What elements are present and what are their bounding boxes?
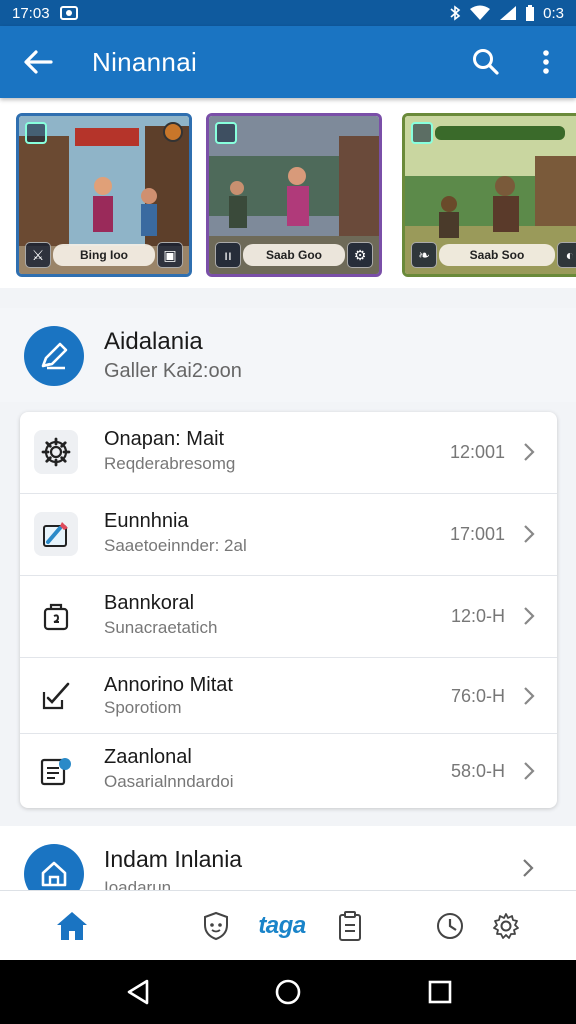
sword-icon: ⚔ (25, 242, 51, 268)
gallery-icon: ▣ (157, 242, 183, 268)
list-item[interactable]: Zaanlonal Oasarialnndardoi 58:0-H (20, 734, 557, 808)
search-button[interactable] (456, 26, 516, 98)
game-card[interactable]: ⚔ Bing Ioo ▣ (16, 113, 192, 277)
tab-shield[interactable] (196, 905, 236, 947)
item-subtitle: Ioadarun (104, 878, 172, 890)
item-subtitle: Reqderabresomg (104, 454, 236, 473)
item-subtitle: Oasarialnndardoi (104, 772, 234, 791)
chevron-right-icon (524, 762, 535, 780)
profile-name: Aidalania (104, 328, 203, 355)
page-title: Ninannai (92, 46, 198, 77)
list-item[interactable]: Bannkoral Sunacraetatich 12:0-H (20, 576, 557, 658)
system-nav-bar (0, 960, 576, 1024)
avatar (24, 844, 84, 890)
app-bar: Ninannai (0, 26, 576, 98)
item-title: Annorino Mitat (104, 674, 233, 696)
clipboard-icon (339, 911, 361, 941)
game-card[interactable]: ıı Saab Goo ⚙ (206, 113, 382, 277)
status-bar: 17:03 0:3 (0, 0, 576, 26)
game-badge-icon (411, 122, 433, 144)
game-carousel: ⚔ Bing Ioo ▣ ıı Saab Goo ⚙ ❧ Saab Soo ◐ (0, 98, 576, 288)
chevron-right-icon (524, 687, 535, 705)
clock-icon (437, 913, 463, 939)
list-item[interactable]: Indam Inlania Ioadarun (0, 826, 576, 890)
settings-icon: ⚙ (347, 242, 373, 268)
avatar (24, 326, 84, 386)
bluetooth-icon (450, 5, 461, 21)
game-caption: Bing Ioo (53, 244, 155, 266)
chevron-right-icon (524, 525, 535, 543)
tab-brand[interactable]: taga (252, 905, 312, 947)
more-button[interactable] (516, 26, 576, 98)
back-button[interactable] (0, 26, 76, 98)
list-item[interactable]: Onapan: Mait Reqderabresomg 12:001 (20, 412, 557, 494)
coin-icon (163, 122, 183, 142)
settings-icon (493, 913, 519, 939)
search-icon (473, 49, 499, 75)
nav-home-button[interactable] (270, 974, 306, 1010)
circle-home-icon (275, 979, 301, 1005)
item-title: Bannkoral (104, 592, 195, 614)
item-time: 76:0-H (450, 686, 505, 706)
chevron-right-icon (523, 859, 534, 877)
nav-back-button[interactable] (120, 974, 156, 1010)
profile-header[interactable]: Aidalania Galler Kai2:oon (0, 308, 576, 402)
gear-icon (34, 430, 78, 474)
game-badge-icon (25, 122, 47, 144)
status-time: 17:03 (12, 4, 50, 22)
item-time: 58:0-H (450, 761, 505, 781)
arrow-left-icon (24, 50, 53, 74)
triangle-back-icon (127, 979, 149, 1005)
item-time: 12:001 (449, 442, 505, 462)
chevron-right-icon (524, 443, 535, 461)
paint-icon (34, 512, 78, 556)
tab-history[interactable] (430, 905, 470, 947)
battery-icon (526, 5, 535, 21)
more-vert-icon (543, 50, 549, 74)
item-subtitle: Saaetoeinnder: 2al (104, 536, 247, 555)
item-time: 17:001 (449, 524, 505, 544)
game-badge-icon (215, 122, 237, 144)
tab-home[interactable] (50, 905, 94, 947)
nav-recents-button[interactable] (422, 974, 458, 1010)
bottom-tab-bar: taga (0, 890, 576, 960)
wifi-icon (470, 5, 491, 20)
home-outline-icon (41, 861, 67, 887)
item-subtitle: Sporotiom (104, 698, 182, 717)
list-item[interactable]: Annorino Mitat Sporotiom 76:0-H (20, 658, 557, 734)
leaf-icon: ❧ (411, 242, 437, 268)
profile-subtitle: Galler Kai2:oon (104, 360, 242, 382)
home-icon (57, 912, 87, 940)
document-icon (34, 748, 78, 792)
square-recents-icon (428, 980, 452, 1004)
item-title: Onapan: Mait (104, 428, 225, 450)
item-time: 12:0-H (450, 606, 505, 626)
edit-check-icon (34, 674, 78, 718)
potion-icon: ◐ (557, 242, 576, 268)
game-caption: Saab Goo (243, 244, 345, 266)
shield-icon (204, 911, 228, 941)
item-title: Eunnhnia (104, 510, 189, 532)
game-caption: Saab Soo (439, 244, 555, 266)
battery-text: 0:3 (543, 4, 564, 22)
tab-document[interactable] (330, 905, 370, 947)
item-title: Zaanlonal (104, 746, 192, 768)
item-subtitle: Sunacraetatich (104, 618, 218, 637)
game-card[interactable]: ❧ Saab Soo ◐ (402, 113, 576, 277)
pen-icon (41, 342, 68, 370)
chevron-right-icon (524, 607, 535, 625)
notification-icon (59, 6, 78, 20)
pause-icon: ıı (215, 242, 241, 268)
bag-icon (34, 594, 78, 638)
settings-list: Onapan: Mait Reqderabresomg 12:001 Eunnh… (20, 412, 557, 808)
tab-settings[interactable] (486, 905, 526, 947)
item-title: Indam Inlania (104, 846, 243, 872)
list-item[interactable]: Eunnhnia Saaetoeinnder: 2al 17:001 (20, 494, 557, 576)
signal-icon (500, 6, 517, 20)
